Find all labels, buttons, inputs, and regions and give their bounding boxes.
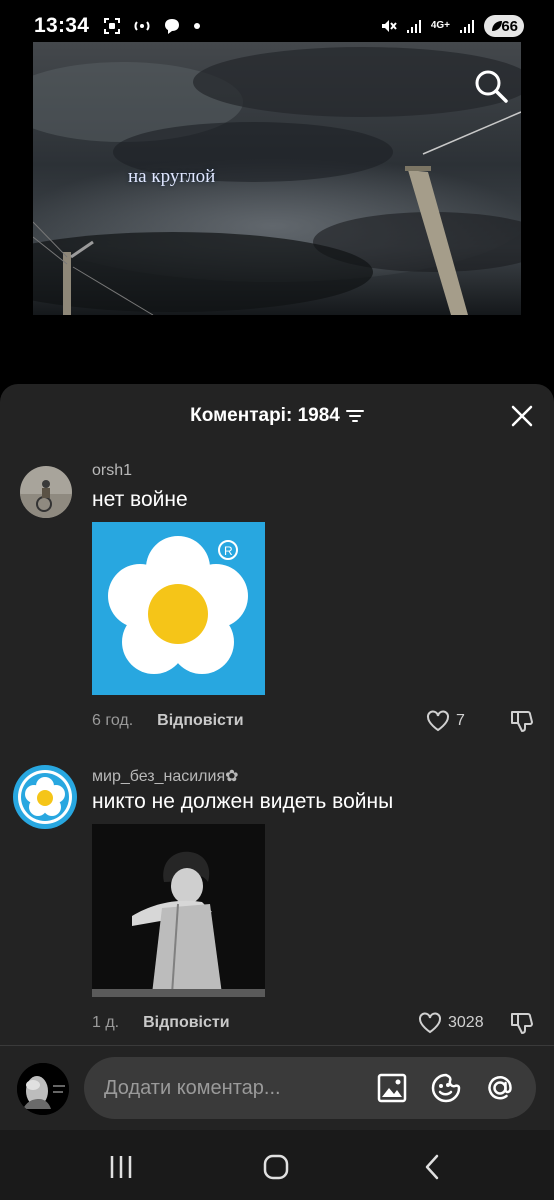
comment-item: orsh1 нет войне R 6 год. Відповісти 7	[0, 462, 554, 742]
battery-indicator: 66	[484, 15, 524, 37]
comment-username[interactable]: мир_без_насилия✿	[92, 766, 239, 786]
reply-button[interactable]: Відповісти	[157, 712, 243, 730]
current-user-avatar-image	[17, 1063, 69, 1115]
close-icon[interactable]	[510, 404, 534, 428]
network-type: 4G+	[430, 20, 450, 31]
comment-item: мир_без_насилия✿ никто не должен видеть …	[0, 764, 554, 1034]
comment-time: 6 год.	[92, 712, 134, 729]
like-button[interactable]: 3028	[418, 1012, 484, 1034]
mention-icon[interactable]	[484, 1072, 516, 1104]
comment-time: 1 д.	[92, 1014, 120, 1031]
svg-text:R: R	[224, 544, 233, 558]
current-user-avatar[interactable]	[17, 1063, 69, 1115]
daisy-sticker-image: R	[92, 522, 265, 695]
dot-icon	[194, 23, 201, 29]
hotspot-icon	[134, 21, 150, 31]
mute-icon	[381, 20, 397, 32]
avatar[interactable]	[12, 764, 78, 830]
signal-icon-1	[406, 20, 421, 33]
status-time: 13:34	[34, 14, 90, 37]
anime-sticker-image	[92, 824, 265, 997]
comment-input-container	[84, 1057, 536, 1119]
video-player[interactable]: на круглой	[33, 42, 521, 315]
comment-meta: 6 год. Відповісти	[92, 712, 244, 730]
heart-icon	[419, 1012, 441, 1034]
comment-text: никто не должен видеть войны	[92, 790, 394, 813]
power-saving-icon	[492, 21, 502, 31]
comment-input[interactable]	[104, 1076, 374, 1100]
sort-icon	[345, 410, 364, 422]
cyclist-avatar-image	[20, 466, 72, 518]
dislike-icon[interactable]	[508, 708, 534, 734]
home-icon[interactable]	[261, 1152, 291, 1182]
emoji-icon[interactable]	[430, 1072, 462, 1104]
like-button[interactable]: 7	[426, 710, 465, 732]
signal-icon-2	[460, 20, 474, 33]
like-count: 3028	[448, 1014, 484, 1031]
comment-composer	[0, 1045, 554, 1130]
comment-text: нет войне	[92, 488, 188, 511]
daisy-sticker[interactable]: R	[92, 522, 265, 695]
back-icon[interactable]	[418, 1152, 448, 1182]
comment-username[interactable]: orsh1	[92, 462, 132, 480]
heart-icon	[427, 710, 449, 732]
system-navigation-bar	[0, 1130, 554, 1200]
search-icon[interactable]	[473, 68, 509, 104]
avatar[interactable]	[20, 466, 72, 518]
anime-sticker[interactable]	[92, 824, 265, 997]
battery-level: 66	[501, 17, 518, 35]
reply-button[interactable]: Відповісти	[143, 1014, 229, 1032]
screenshot-icon	[104, 18, 121, 34]
system-icons: 4G+ 66	[379, 15, 524, 37]
daisy-avatar-image	[13, 765, 77, 829]
like-count: 7	[456, 712, 465, 729]
storm-sky-image	[33, 42, 521, 315]
notification-icons	[103, 17, 201, 35]
message-icon	[165, 19, 180, 34]
comments-title-button[interactable]: Коментарі: 1984	[190, 405, 364, 427]
image-icon[interactable]	[376, 1072, 408, 1104]
recents-icon[interactable]	[106, 1152, 136, 1182]
comment-meta: 1 д. Відповісти	[92, 1014, 230, 1032]
dislike-icon[interactable]	[508, 1010, 534, 1036]
comments-title: Коментарі: 1984	[190, 405, 340, 426]
comments-sheet: Коментарі: 1984 orsh1 нет войне R 6 год.…	[0, 384, 554, 1045]
comments-header: Коментарі: 1984	[0, 384, 554, 448]
video-caption: на круглой	[128, 166, 216, 187]
